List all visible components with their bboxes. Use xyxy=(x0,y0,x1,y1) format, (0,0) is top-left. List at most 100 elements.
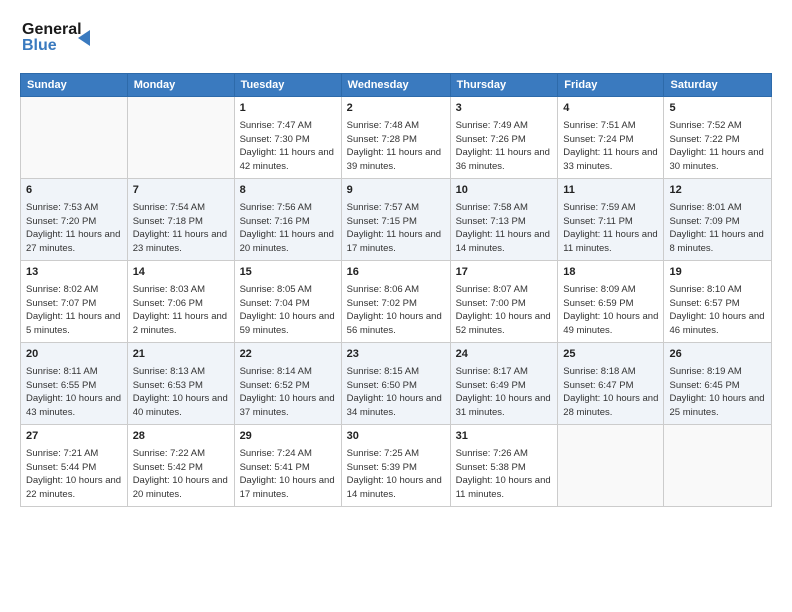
day-number: 10 xyxy=(456,183,553,199)
day-number: 28 xyxy=(133,429,229,445)
calendar-cell: 12Sunrise: 8:01 AM Sunset: 7:09 PM Dayli… xyxy=(664,179,772,261)
day-info: Sunrise: 7:54 AM Sunset: 7:18 PM Dayligh… xyxy=(133,201,229,256)
week-row-2: 6 Sunrise: 7:53 AM Sunset: 7:20 PM Daylig… xyxy=(21,179,772,261)
calendar-cell: 29 Sunrise: 7:24 AM Sunset: 5:41 PM Dayli… xyxy=(234,425,341,507)
logo: General Blue xyxy=(20,16,110,63)
svg-text:General: General xyxy=(22,21,82,38)
week-row-3: 13 Sunrise: 8:02 AM Sunset: 7:07 PM Dayli… xyxy=(21,261,772,343)
calendar-cell: 9 Sunrise: 7:57 AM Sunset: 7:15 PM Daylig… xyxy=(341,179,450,261)
day-info: Sunrise: 8:15 AM Sunset: 6:50 PM Dayligh… xyxy=(347,365,445,420)
day-info: Sunrise: 8:06 AM Sunset: 7:02 PM Dayligh… xyxy=(347,283,445,338)
day-info: Sunrise: 8:02 AM Sunset: 7:07 PM Dayligh… xyxy=(26,283,122,338)
day-info: Sunrise: 8:17 AM Sunset: 6:49 PM Dayligh… xyxy=(456,365,553,420)
day-number: 27 xyxy=(26,429,122,445)
day-header-friday: Friday xyxy=(558,74,664,97)
calendar-cell xyxy=(558,425,664,507)
calendar-cell: 26 Sunrise: 8:19 AM Sunset: 6:45 PM Dayli… xyxy=(664,343,772,425)
calendar-cell: 15Sunrise: 8:05 AM Sunset: 7:04 PM Dayli… xyxy=(234,261,341,343)
day-header-thursday: Thursday xyxy=(450,74,558,97)
calendar-cell: 20Sunrise: 8:11 AM Sunset: 6:55 PM Dayli… xyxy=(21,343,128,425)
calendar-cell: 7 Sunrise: 7:54 AM Sunset: 7:18 PM Daylig… xyxy=(127,179,234,261)
day-info: Sunrise: 7:25 AM Sunset: 5:39 PM Dayligh… xyxy=(347,447,445,502)
day-number: 9 xyxy=(347,183,445,199)
day-info: Sunrise: 7:52 AM Sunset: 7:22 PM Dayligh… xyxy=(669,119,766,174)
calendar-cell: 8 Sunrise: 7:56 AM Sunset: 7:16 PM Daylig… xyxy=(234,179,341,261)
day-number: 5 xyxy=(669,101,766,117)
calendar-cell: 13 Sunrise: 8:02 AM Sunset: 7:07 PM Dayli… xyxy=(21,261,128,343)
calendar-cell: 2 Sunrise: 7:48 AM Sunset: 7:28 PM Daylig… xyxy=(341,97,450,179)
calendar-cell: 21 Sunrise: 8:13 AM Sunset: 6:53 PM Dayli… xyxy=(127,343,234,425)
day-info: Sunrise: 7:58 AM Sunset: 7:13 PM Dayligh… xyxy=(456,201,553,256)
calendar-table: SundayMondayTuesdayWednesdayThursdayFrid… xyxy=(20,73,772,507)
day-info: Sunrise: 7:22 AM Sunset: 5:42 PM Dayligh… xyxy=(133,447,229,502)
day-number: 14 xyxy=(133,265,229,281)
day-info: Sunrise: 8:09 AM Sunset: 6:59 PM Dayligh… xyxy=(563,283,658,338)
day-info: Sunrise: 8:03 AM Sunset: 7:06 PM Dayligh… xyxy=(133,283,229,338)
day-number: 1 xyxy=(240,101,336,117)
calendar-cell xyxy=(127,97,234,179)
calendar-cell: 27 Sunrise: 7:21 AM Sunset: 5:44 PM Dayli… xyxy=(21,425,128,507)
day-info: Sunrise: 8:11 AM Sunset: 6:55 PM Dayligh… xyxy=(26,365,122,420)
day-info: Sunrise: 7:48 AM Sunset: 7:28 PM Dayligh… xyxy=(347,119,445,174)
calendar-cell: 4 Sunrise: 7:51 AM Sunset: 7:24 PM Daylig… xyxy=(558,97,664,179)
calendar-cell: 18Sunrise: 8:09 AM Sunset: 6:59 PM Dayli… xyxy=(558,261,664,343)
day-info: Sunrise: 7:59 AM Sunset: 7:11 PM Dayligh… xyxy=(563,201,658,256)
day-header-saturday: Saturday xyxy=(664,74,772,97)
day-number: 6 xyxy=(26,183,122,199)
day-number: 31 xyxy=(456,429,553,445)
day-number: 4 xyxy=(563,101,658,117)
day-info: Sunrise: 7:51 AM Sunset: 7:24 PM Dayligh… xyxy=(563,119,658,174)
calendar-cell: 5 Sunrise: 7:52 AM Sunset: 7:22 PM Daylig… xyxy=(664,97,772,179)
day-info: Sunrise: 8:14 AM Sunset: 6:52 PM Dayligh… xyxy=(240,365,336,420)
header: General Blue xyxy=(20,16,772,63)
day-number: 21 xyxy=(133,347,229,363)
day-info: Sunrise: 7:47 AM Sunset: 7:30 PM Dayligh… xyxy=(240,119,336,174)
day-info: Sunrise: 7:56 AM Sunset: 7:16 PM Dayligh… xyxy=(240,201,336,256)
calendar-cell: 19Sunrise: 8:10 AM Sunset: 6:57 PM Dayli… xyxy=(664,261,772,343)
day-number: 2 xyxy=(347,101,445,117)
calendar-cell: 28 Sunrise: 7:22 AM Sunset: 5:42 PM Dayli… xyxy=(127,425,234,507)
day-number: 26 xyxy=(669,347,766,363)
day-info: Sunrise: 7:57 AM Sunset: 7:15 PM Dayligh… xyxy=(347,201,445,256)
day-info: Sunrise: 7:21 AM Sunset: 5:44 PM Dayligh… xyxy=(26,447,122,502)
day-info: Sunrise: 8:13 AM Sunset: 6:53 PM Dayligh… xyxy=(133,365,229,420)
calendar-cell xyxy=(664,425,772,507)
svg-text:Blue: Blue xyxy=(22,37,57,54)
day-number: 29 xyxy=(240,429,336,445)
day-number: 7 xyxy=(133,183,229,199)
day-info: Sunrise: 8:07 AM Sunset: 7:00 PM Dayligh… xyxy=(456,283,553,338)
day-number: 19 xyxy=(669,265,766,281)
day-info: Sunrise: 8:01 AM Sunset: 7:09 PM Dayligh… xyxy=(669,201,766,256)
calendar-cell: 22 Sunrise: 8:14 AM Sunset: 6:52 PM Dayli… xyxy=(234,343,341,425)
calendar-cell: 3Sunrise: 7:49 AM Sunset: 7:26 PM Daylig… xyxy=(450,97,558,179)
day-number: 11 xyxy=(563,183,658,199)
day-info: Sunrise: 7:26 AM Sunset: 5:38 PM Dayligh… xyxy=(456,447,553,502)
calendar-cell: 10 Sunrise: 7:58 AM Sunset: 7:13 PM Dayli… xyxy=(450,179,558,261)
logo-svg: General Blue xyxy=(20,16,110,58)
calendar-cell: 17 Sunrise: 8:07 AM Sunset: 7:00 PM Dayli… xyxy=(450,261,558,343)
day-number: 23 xyxy=(347,347,445,363)
day-number: 13 xyxy=(26,265,122,281)
day-number: 25 xyxy=(563,347,658,363)
calendar-cell: 11 Sunrise: 7:59 AM Sunset: 7:11 PM Dayli… xyxy=(558,179,664,261)
calendar-cell: 31 Sunrise: 7:26 AM Sunset: 5:38 PM Dayli… xyxy=(450,425,558,507)
day-number: 15 xyxy=(240,265,336,281)
day-header-wednesday: Wednesday xyxy=(341,74,450,97)
day-info: Sunrise: 7:53 AM Sunset: 7:20 PM Dayligh… xyxy=(26,201,122,256)
day-number: 8 xyxy=(240,183,336,199)
calendar-cell: 24Sunrise: 8:17 AM Sunset: 6:49 PM Dayli… xyxy=(450,343,558,425)
day-number: 22 xyxy=(240,347,336,363)
calendar-cell: 1 Sunrise: 7:47 AM Sunset: 7:30 PM Daylig… xyxy=(234,97,341,179)
calendar-cell xyxy=(21,97,128,179)
calendar-page: General Blue SundayMondayTuesdayWednesda… xyxy=(0,0,792,612)
day-info: Sunrise: 7:24 AM Sunset: 5:41 PM Dayligh… xyxy=(240,447,336,502)
day-number: 17 xyxy=(456,265,553,281)
day-info: Sunrise: 8:19 AM Sunset: 6:45 PM Dayligh… xyxy=(669,365,766,420)
day-header-monday: Monday xyxy=(127,74,234,97)
calendar-cell: 23 Sunrise: 8:15 AM Sunset: 6:50 PM Dayli… xyxy=(341,343,450,425)
calendar-cell: 16Sunrise: 8:06 AM Sunset: 7:02 PM Dayli… xyxy=(341,261,450,343)
day-info: Sunrise: 8:18 AM Sunset: 6:47 PM Dayligh… xyxy=(563,365,658,420)
calendar-cell: 30Sunrise: 7:25 AM Sunset: 5:39 PM Dayli… xyxy=(341,425,450,507)
calendar-cell: 25 Sunrise: 8:18 AM Sunset: 6:47 PM Dayli… xyxy=(558,343,664,425)
day-header-sunday: Sunday xyxy=(21,74,128,97)
